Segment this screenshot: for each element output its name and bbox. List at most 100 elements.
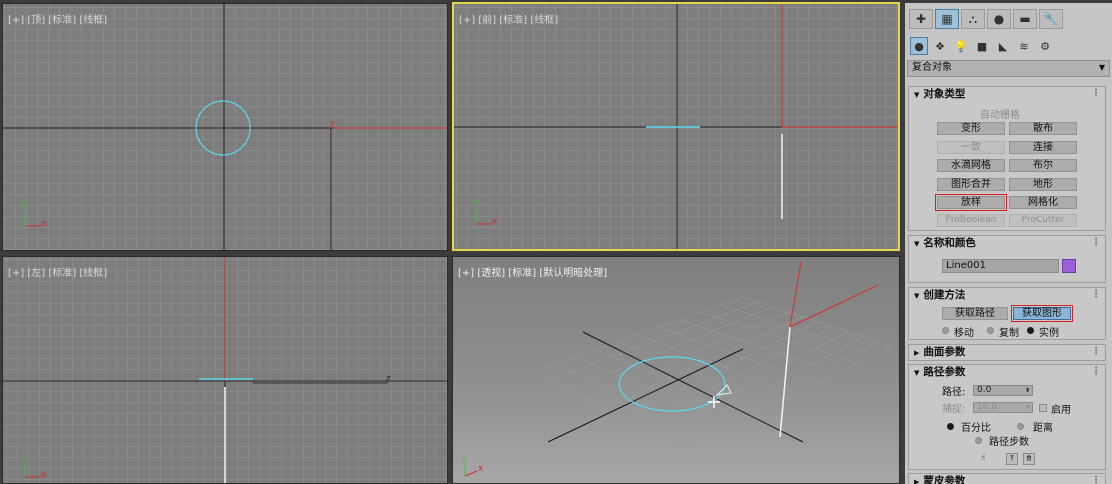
front-grid — [454, 4, 898, 249]
path-label: 路径: — [942, 387, 966, 398]
viewport-perspective[interactable]: [+] [透视] [标准] [默认明暗处理] z x — [452, 256, 900, 484]
viewport-top[interactable]: [+] [顶] [标准] [线框] y x y — [2, 3, 448, 251]
axis-x-label: x — [41, 470, 47, 480]
move-radio[interactable] — [942, 327, 949, 334]
category-value: 复合对象 — [912, 62, 952, 73]
cameras-icon: ■ — [976, 39, 988, 53]
snap-value: 10.0 — [977, 402, 998, 412]
expand-icon: ▶ — [914, 478, 920, 484]
enable-checkbox[interactable] — [1039, 404, 1047, 412]
drag-handle-icon: ⋮ — [1091, 366, 1101, 377]
rollout-title: 曲面参数 — [923, 346, 966, 358]
axis-z-marker: z — [386, 374, 391, 384]
boolean-button[interactable]: 布尔 — [1009, 159, 1077, 172]
previous-shape-icon[interactable]: ⤒ — [1006, 453, 1018, 465]
copy-label: 复制 — [999, 328, 1019, 339]
drag-handle-icon: ⋮ — [1091, 88, 1101, 99]
path-params-header[interactable]: ▼ 路径参数 ⋮ — [909, 365, 1105, 380]
proboolean-button[interactable]: ProBoolean — [937, 214, 1005, 227]
geometry-subtab[interactable]: ● — [910, 37, 928, 55]
axis-z-label: z — [462, 455, 467, 465]
skin-params-header[interactable]: ▶ 蒙皮参数 ⋮ — [909, 474, 1105, 484]
next-shape-icon[interactable]: ⤊ — [1023, 453, 1035, 465]
object-color-swatch[interactable] — [1062, 259, 1076, 273]
drag-handle-icon: ⋮ — [1091, 289, 1101, 300]
terrain-button[interactable]: 地形 — [1009, 178, 1077, 191]
surface-params-rollout: ▶ 曲面参数 ⋮ — [908, 344, 1106, 361]
path-value: 0.0 — [977, 385, 992, 395]
modify-icon: ▦ — [941, 12, 953, 26]
surface-params-header[interactable]: ▶ 曲面参数 ⋮ — [909, 345, 1105, 360]
object-name-field[interactable]: Line001 — [942, 259, 1059, 273]
pick-shape-icon[interactable]: ☝ — [977, 453, 989, 465]
viewport-label[interactable]: [+] [左] [标准] [线框] — [8, 264, 107, 279]
lights-icon: 💡 — [954, 39, 968, 53]
morph-button[interactable]: 变形 — [937, 122, 1005, 135]
axis-x-label: x — [41, 219, 47, 229]
path-steps-radio[interactable] — [975, 437, 982, 444]
get-path-button[interactable]: 获取路径 — [942, 307, 1008, 320]
line-object-white — [779, 326, 791, 438]
distance-radio[interactable] — [1017, 423, 1024, 430]
helpers-icon: ◣ — [998, 39, 1008, 53]
display-tab[interactable]: ▬ — [1013, 9, 1037, 29]
creation-method-rollout: ▼ 创建方法 ⋮ 获取路径 获取图形 移动 复制 实例 — [908, 287, 1106, 340]
create-tab[interactable]: ✚ — [909, 9, 933, 29]
connect-button[interactable]: 连接 — [1009, 141, 1077, 154]
axis-z-label: z — [473, 198, 478, 208]
utilities-icon: 🔧 — [1043, 12, 1059, 26]
hierarchy-tab[interactable]: ⛬ — [961, 9, 985, 29]
viewport-front[interactable]: [+] [前] [标准] [线框] z x — [452, 2, 900, 251]
mesher-button[interactable]: 网格化 — [1009, 196, 1077, 209]
creation-method-header[interactable]: ▼ 创建方法 ⋮ — [909, 288, 1105, 303]
instance-radio[interactable] — [1027, 327, 1034, 334]
axis-x-label: x — [478, 464, 484, 474]
spinner-arrows-icon: ⬍ — [1024, 404, 1030, 411]
loft-button[interactable]: 放样 — [935, 194, 1007, 211]
conform-button[interactable]: 一致 — [937, 141, 1005, 154]
name-color-header[interactable]: ▼ 名称和颜色 ⋮ — [909, 236, 1105, 251]
motion-tab[interactable]: ● — [987, 9, 1011, 29]
object-type-rollout: ▼ 对象类型 ⋮ 自动栅格 变形 散布 一致 连接 水滴网格 布尔 图形合并 地形 … — [908, 86, 1106, 231]
procutter-button[interactable]: ProCutter — [1009, 214, 1077, 227]
left-grid — [3, 257, 447, 483]
drag-handle-icon: ⋮ — [1091, 475, 1101, 484]
modify-tab[interactable]: ▦ — [935, 9, 959, 29]
viewport-label[interactable]: [+] [顶] [标准] [线框] — [8, 11, 107, 26]
viewport-label[interactable]: [+] [透视] [标准] [默认明暗处理] — [458, 264, 607, 279]
lights-subtab[interactable]: 💡 — [952, 37, 970, 55]
shapes-subtab[interactable]: ❖ — [931, 37, 949, 55]
rollout-title: 创建方法 — [923, 289, 966, 301]
shapes-icon: ❖ — [935, 39, 945, 53]
snap-spinner[interactable]: 10.0 ⬍ — [973, 402, 1033, 413]
rollout-title: 蒙皮参数 — [923, 475, 966, 484]
drag-handle-icon: ⋮ — [1091, 346, 1101, 357]
drag-handle-icon: ⋮ — [1091, 237, 1101, 248]
instance-label: 实例 — [1039, 328, 1059, 339]
top-grid — [3, 4, 447, 250]
distance-label: 距离 — [1033, 423, 1053, 434]
shapemerge-button[interactable]: 图形合并 — [937, 178, 1005, 191]
viewport-label[interactable]: [+] [前] [标准] [线框] — [459, 11, 558, 26]
scatter-button[interactable]: 散布 — [1009, 122, 1077, 135]
utilities-tab[interactable]: 🔧 — [1039, 9, 1063, 29]
percent-radio[interactable] — [947, 423, 954, 430]
rollout-title: 路径参数 — [923, 366, 966, 378]
autogrid-label[interactable]: 自动栅格 — [980, 106, 1020, 121]
viewport-left[interactable]: [+] [左] [标准] [线框] z x z — [2, 256, 448, 484]
axis-y-marker: y — [330, 119, 336, 129]
axis-y-label: y — [22, 199, 28, 209]
create-subtabs: ● ❖ 💡 ■ ◣ ≋ ⚙ — [905, 29, 1112, 55]
helpers-subtab[interactable]: ◣ — [994, 37, 1012, 55]
copy-radio[interactable] — [987, 327, 994, 334]
hierarchy-icon: ⛬ — [968, 11, 978, 26]
object-type-header[interactable]: ▼ 对象类型 ⋮ — [909, 87, 1105, 102]
cameras-subtab[interactable]: ■ — [973, 37, 991, 55]
systems-subtab[interactable]: ⚙ — [1036, 37, 1054, 55]
path-spinner[interactable]: 0.0 ⬍ — [973, 385, 1033, 396]
get-shape-button[interactable]: 获取图形 — [1011, 305, 1073, 322]
blobmesh-button[interactable]: 水滴网格 — [937, 159, 1005, 172]
category-dropdown[interactable]: 复合对象 ▼ — [907, 60, 1110, 77]
spacewarps-icon: ≋ — [1019, 39, 1029, 53]
spacewarps-subtab[interactable]: ≋ — [1015, 37, 1033, 55]
